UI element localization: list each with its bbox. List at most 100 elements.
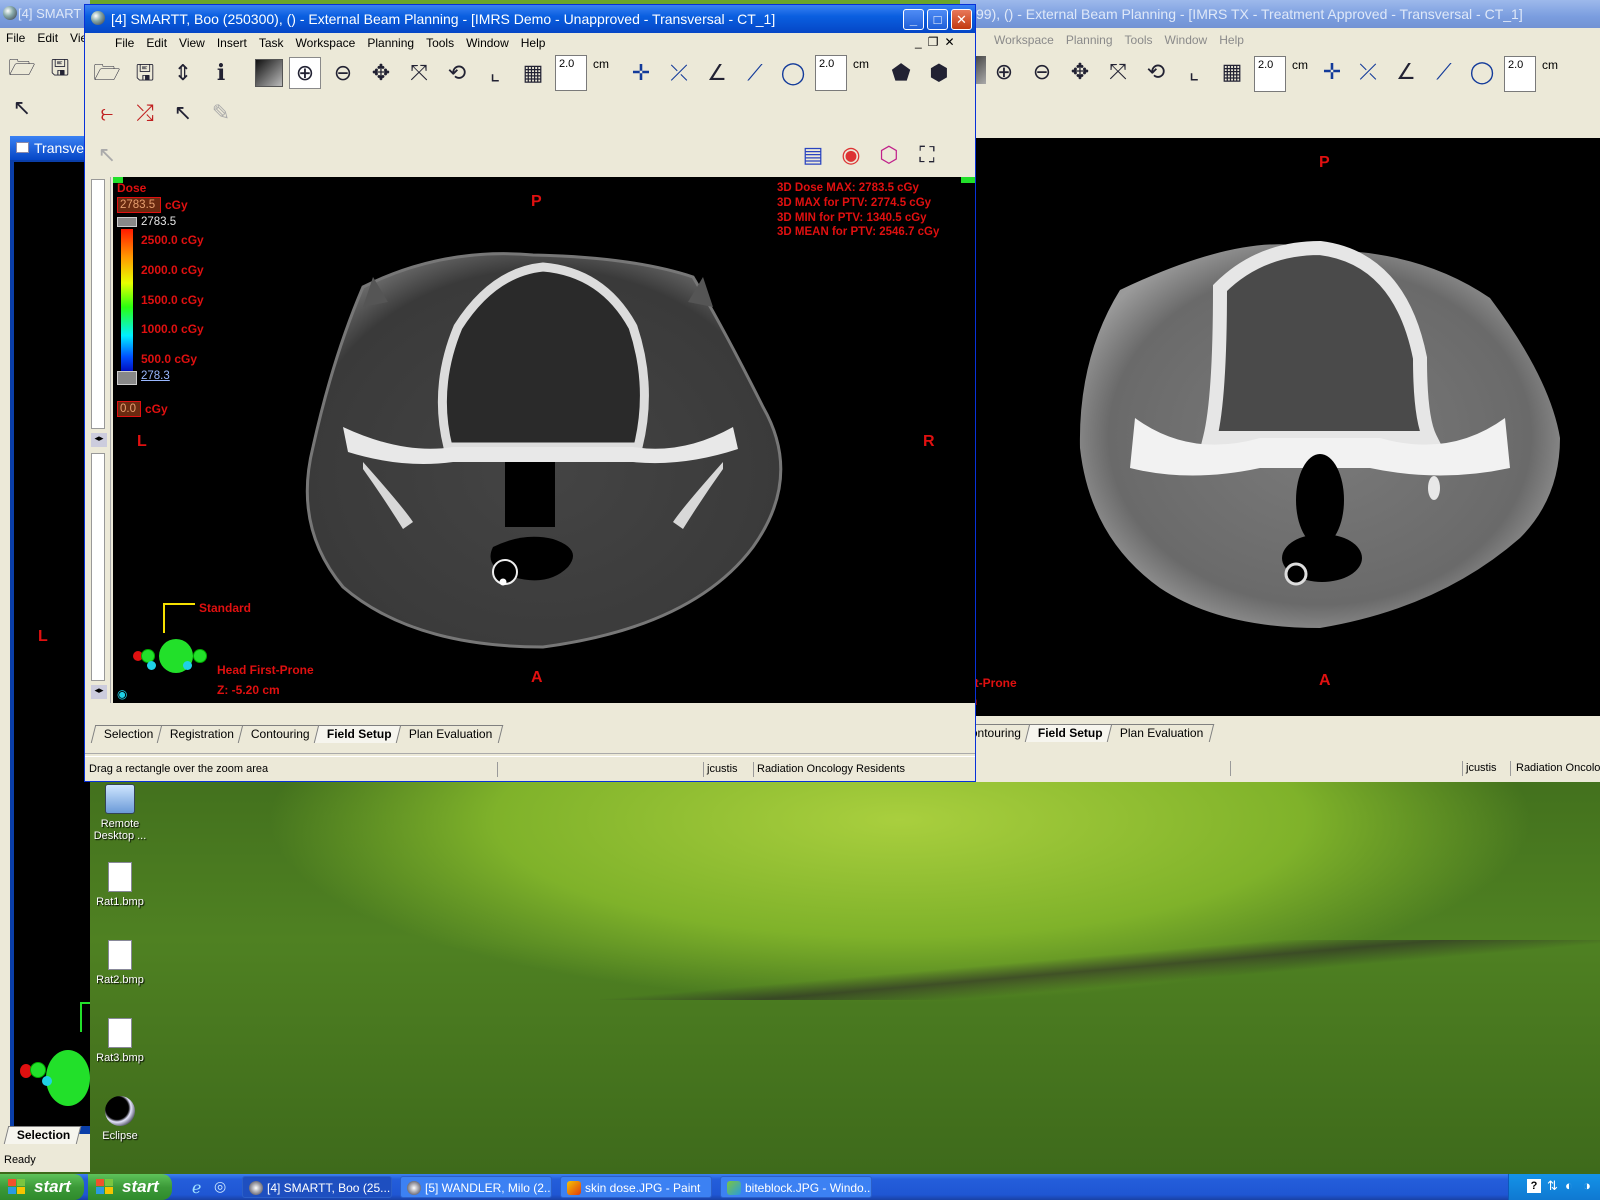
taskbar-item-picture-viewer[interactable]: biteblock.JPG - Windo... [720,1176,872,1198]
circle-measure-icon[interactable]: ◯ [1466,56,1498,88]
scroll-toggle-icon[interactable]: ◂▸ [91,433,107,447]
right-grid-size-field[interactable]: 2.0 [1254,56,1286,92]
fullscreen-icon[interactable]: ⛶ [911,139,943,171]
grid-icon[interactable]: ▦ [1216,56,1248,88]
zoom-out-icon[interactable]: ⊖ [1026,56,1058,88]
measure-line-icon[interactable]: ⤫ [1352,56,1384,88]
start-button[interactable]: start [88,1174,172,1200]
fit-icon[interactable]: ⤧ [1102,56,1134,88]
menu-insert[interactable]: Insert [211,33,253,53]
fit-view-icon[interactable]: ⤧ [403,57,435,89]
add-point-icon[interactable]: ✛ [625,57,657,89]
measure-size-field[interactable]: 2.0 [815,55,847,91]
info-icon[interactable]: i [205,57,237,89]
angle-icon[interactable]: ∠ [701,57,733,89]
taskbar-item-paint[interactable]: skin dose.JPG - Paint [560,1176,712,1198]
desktop-icon-eclipse[interactable]: Eclipse [82,1096,158,1142]
main-ct-viewer[interactable]: Dose 2783.5 cGy 2783.5 2500.0 cGy 2000.0… [113,177,975,703]
right-menu-help[interactable]: Help [1213,30,1250,50]
open-patient-icon[interactable]: 🗁 [91,57,123,89]
back-subwindow-titlebar[interactable]: Transve [10,136,90,160]
scroll-slices-icon[interactable]: ⇕ [167,57,199,89]
measure-line-icon[interactable]: ⤫ [663,57,695,89]
minimize-button[interactable]: _ [903,9,924,30]
shape-tool-icon[interactable]: ⬟ [885,57,917,89]
right-menu-workspace[interactable]: Workspace [988,30,1060,50]
draw-tool-icon[interactable]: ✎ [205,97,237,129]
right-tab-field-setup[interactable]: Field Setup [1024,724,1114,742]
distance-icon[interactable]: ⟋ [739,57,771,89]
back-subwindow[interactable]: Transve L [10,136,90,1134]
ruler-icon[interactable]: ⌞ [1178,56,1210,88]
dose-color-icon[interactable]: ◉ [835,139,867,171]
close-button[interactable]: ✕ [951,9,972,30]
quick-launch-explorer-icon[interactable]: ◎ [214,1178,226,1195]
add-point-icon[interactable]: ✛ [1316,56,1348,88]
mdi-restore-icon[interactable]: ❐ [928,35,945,49]
dose-max-field[interactable]: 2783.5 [117,197,161,213]
select-tool-icon[interactable]: ↖ [167,97,199,129]
grid-icon[interactable]: ▦ [517,57,549,89]
grid-size-field[interactable]: 2.0 [555,55,587,91]
rotate-icon[interactable]: ⟲ [441,57,473,89]
save-icon[interactable]: 🖫 [129,57,161,89]
edit-field-icon[interactable]: ⤮ [129,97,161,129]
right-measure-field[interactable]: 2.0 [1504,56,1536,92]
back-window-titlebar[interactable]: [4] SMART [0,0,90,28]
desktop-icon-remote-desktop[interactable]: Remote Desktop ... [82,784,158,842]
dose-top-marker-icon[interactable] [117,217,137,227]
tab-selection[interactable]: Selection [90,725,165,743]
slice-scroll-track[interactable] [91,179,105,429]
select-arrow-icon[interactable]: ↖ [6,92,38,124]
help-icon[interactable]: ? [1527,1179,1541,1193]
back-menu-edit[interactable]: Edit [31,28,64,48]
angle-icon[interactable]: ∠ [1390,56,1422,88]
dose-min-field[interactable]: 0.0 [117,401,141,417]
distance-icon[interactable]: ⟋ [1428,56,1460,88]
back-window[interactable]: [4] SMART FileEditView 🗁 🖫 ↖ Transve L S… [0,0,90,1172]
tab-field-setup[interactable]: Field Setup [313,725,404,743]
beam-view-icon[interactable]: ▤ [797,139,829,171]
tab-contouring[interactable]: Contouring [238,725,322,743]
zoom-in-icon[interactable]: ⊕ [289,57,321,89]
main-window[interactable]: [4] SMARTT, Boo (250300), () - External … [84,4,976,782]
menu-edit[interactable]: Edit [140,33,173,53]
right-window[interactable]: 99), () - External Beam Planning - [IMRS… [960,0,1600,782]
slice-scroll-panel[interactable]: ◂▸ ◂▸ [87,177,111,703]
circle-measure-icon[interactable]: ◯ [777,57,809,89]
eye-icon[interactable]: ◉ [117,687,127,701]
splitter[interactable] [85,753,975,757]
back-viewer[interactable]: L [14,162,90,1126]
quick-launch-ie-icon[interactable]: ℯ [192,1178,201,1198]
mdi-close-icon[interactable]: ✕ [944,35,960,49]
mdi-minimize-icon[interactable]: _ [915,35,928,49]
save-icon[interactable]: 🖫 [44,52,76,84]
open-icon[interactable]: 🗁 [6,52,38,84]
right-menu-tools[interactable]: Tools [1119,30,1159,50]
network-icon[interactable]: ⇅ [1547,1178,1558,1194]
right-menu-planning[interactable]: Planning [1060,30,1119,50]
right-menu-window[interactable]: Window [1159,30,1214,50]
menu-task[interactable]: Task [253,33,290,53]
taskbar-item-wandler[interactable]: [5] WANDLER, Milo (2... [400,1176,552,1198]
pan-icon[interactable]: ✥ [1064,56,1096,88]
menu-workspace[interactable]: Workspace [290,33,362,53]
menu-view[interactable]: View [173,33,211,53]
3d-cube-icon[interactable]: ⬡ [873,139,905,171]
desktop-icon-rat2[interactable]: Rat2.bmp [82,940,158,986]
desktop-icon-rat3[interactable]: Rat3.bmp [82,1018,158,1064]
back-tab-selection[interactable]: Selection [3,1126,82,1144]
zoom-in-icon[interactable]: ⊕ [988,56,1020,88]
back-menu-file[interactable]: File [0,28,31,48]
desktop-icon-rat1[interactable]: Rat1.bmp [82,862,158,908]
right-tab-plan-evaluation[interactable]: Plan Evaluation [1106,724,1215,742]
slice-scroll-track-2[interactable] [91,453,105,681]
ruler-icon[interactable]: ⌞ [479,57,511,89]
scroll-toggle-2-icon[interactable]: ◂▸ [91,685,107,699]
right-ct-viewer[interactable]: P A irst-Prone cm [960,138,1600,716]
menu-help[interactable]: Help [515,33,552,53]
menu-window[interactable]: Window [460,33,515,53]
menu-tools[interactable]: Tools [420,33,460,53]
menu-file[interactable]: File [109,33,140,53]
tab-registration[interactable]: Registration [157,725,246,743]
